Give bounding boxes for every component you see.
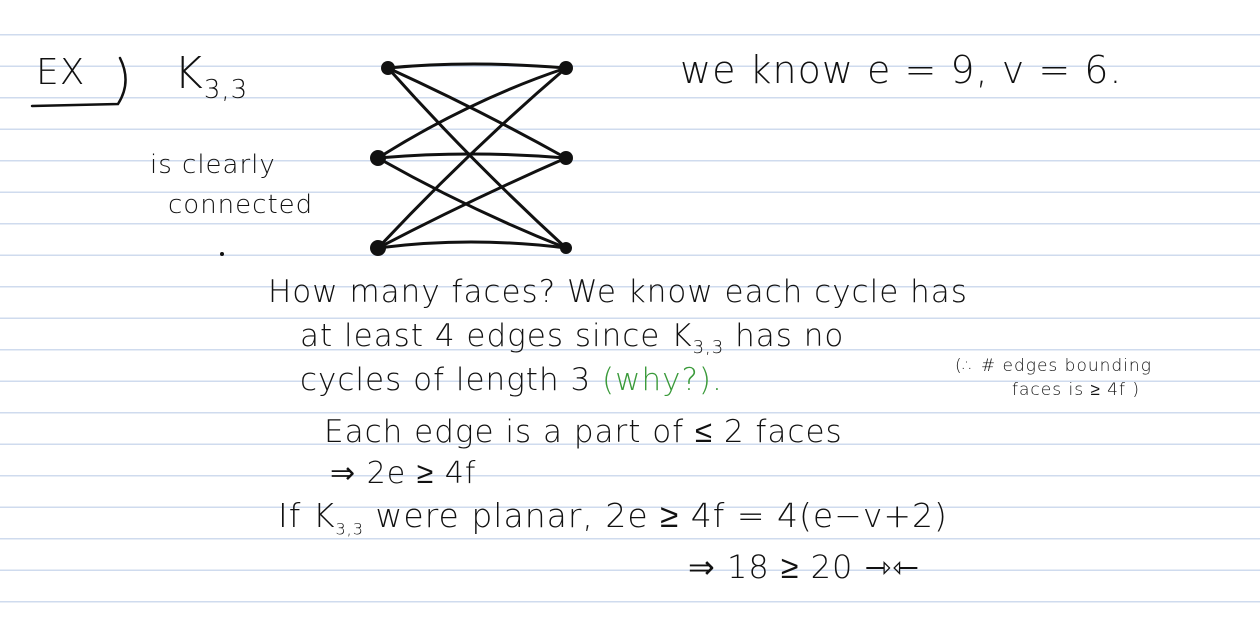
edge bbox=[376, 240, 568, 250]
line6-subscript: 3,3 bbox=[335, 519, 364, 539]
edge bbox=[376, 156, 568, 250]
line-2e-geq-4f: ⇒ 2e ≥ 4f bbox=[330, 456, 477, 491]
vertex bbox=[559, 61, 573, 75]
line-at-least-4-edges: at least 4 edges since K3,3 has no bbox=[300, 318, 844, 358]
side-note-line-1: (∴ # edges bounding bbox=[955, 356, 1152, 376]
vertex bbox=[370, 150, 386, 166]
line2-text-b: has no bbox=[724, 318, 845, 354]
line6-text-a: If K bbox=[278, 496, 336, 535]
why-annotation: (why?) bbox=[591, 362, 713, 398]
line3-text: cycles of length 3 bbox=[300, 362, 592, 398]
line-contradiction: ⇒ 18 ≥ 20 ⇾⇽ bbox=[688, 548, 921, 586]
known-values: we know e = 9, v = 6. bbox=[680, 48, 1123, 92]
edge bbox=[386, 62, 568, 70]
line-each-edge: Each edge is a part of ≤ 2 faces bbox=[324, 414, 843, 450]
line6-text-b: were planar, 2e ≥ 4f = 4(e−v+2) bbox=[363, 496, 948, 535]
vertex bbox=[370, 240, 386, 256]
edge bbox=[386, 66, 568, 160]
side-note-line-2: faces is ≥ 4f ) bbox=[1012, 380, 1141, 400]
vertex bbox=[560, 242, 572, 254]
line-cycles-of-length-3: cycles of length 3 (why?). bbox=[300, 362, 723, 398]
line2-subscript: 3,3 bbox=[692, 337, 725, 359]
edge bbox=[376, 66, 568, 160]
why-dot: . bbox=[712, 362, 723, 398]
vertex bbox=[559, 151, 573, 165]
vertex bbox=[381, 61, 395, 75]
edge bbox=[386, 66, 568, 250]
line2-text-a: at least 4 edges since K bbox=[300, 318, 693, 354]
notebook-page: EX K3,3 is clearly connected we know e =… bbox=[0, 0, 1260, 620]
line-if-planar: If K3,3 were planar, 2e ≥ 4f = 4(e−v+2) bbox=[278, 496, 948, 539]
line-how-many-faces: How many faces? We know each cycle has bbox=[268, 274, 968, 310]
